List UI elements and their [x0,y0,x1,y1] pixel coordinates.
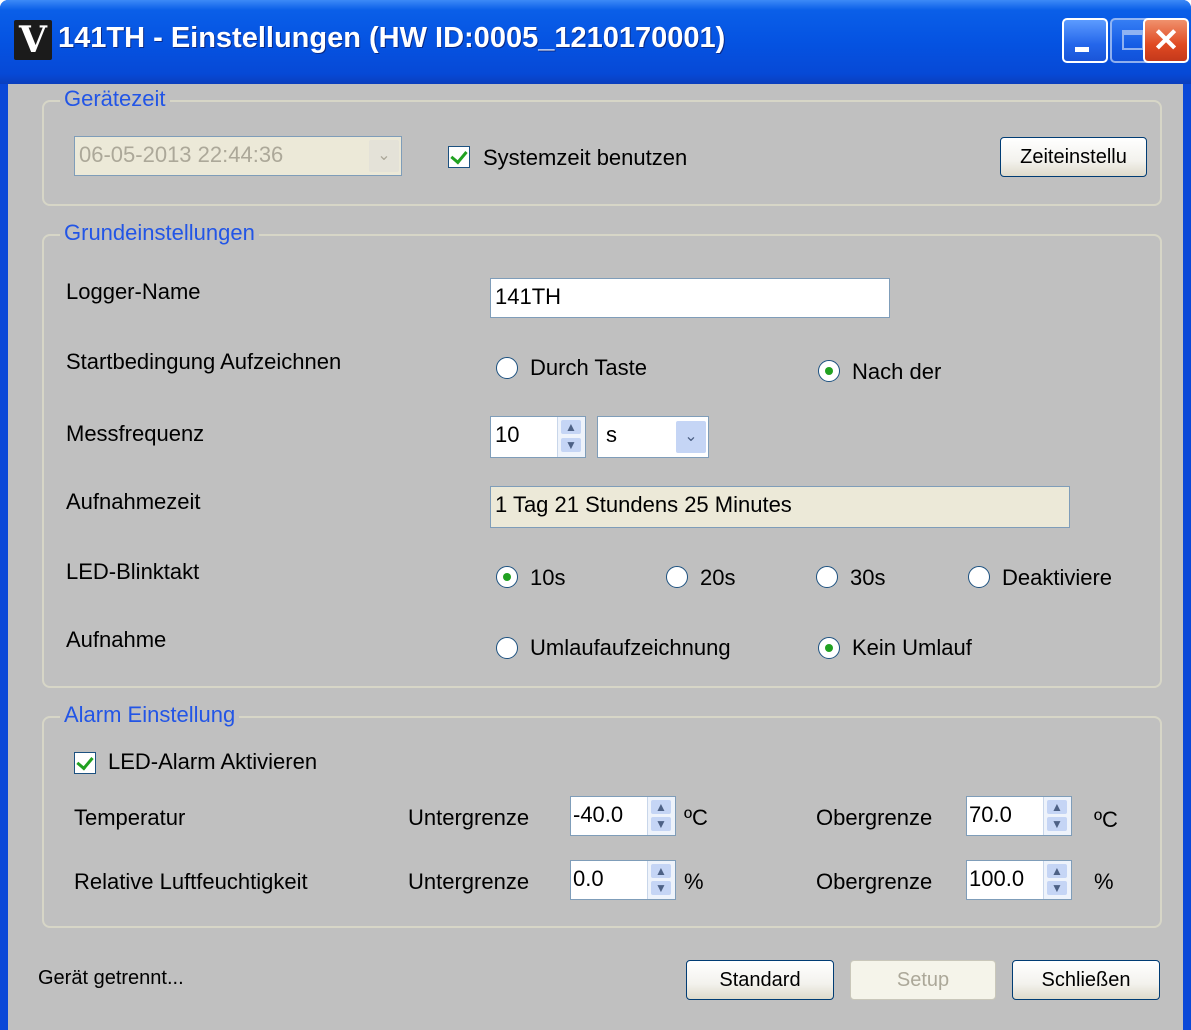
radio-led-deaktiviere-label: Deaktiviere [1002,565,1113,590]
temperatur-label: Temperatur [74,805,186,830]
setup-button[interactable]: Setup [850,960,996,1000]
led-alarm-label: LED-Alarm Aktivieren [108,749,318,774]
spin-up-icon[interactable]: ▲ [651,800,671,814]
radio-led-20s-label: 20s [700,565,736,590]
radio-led-20s[interactable] [666,566,688,588]
aufnahmezeit-field: 1 Tag 21 Stundens 25 Minutes [490,486,1070,528]
alarm-legend: Alarm Einstellung [60,702,240,728]
title-bar[interactable]: V 141TH - Einstellungen (HW ID:0005_1210… [0,0,1191,84]
radio-selected-dot [825,367,833,375]
radio-led-10s[interactable] [496,566,518,588]
spin-up-icon[interactable]: ▲ [1047,864,1067,878]
hum-lower-spinner[interactable]: 0.0 ▲ ▼ [570,860,676,900]
grundeinstellungen-legend: Grundeinstellungen [60,220,259,246]
spin-down-icon[interactable]: ▼ [1047,817,1067,831]
maximize-icon [1122,30,1144,50]
datetime-dropdown-icon: ⌄ [369,140,399,172]
app-icon: V [14,20,52,60]
radio-durch-taste[interactable] [496,357,518,379]
settings-window: V 141TH - Einstellungen (HW ID:0005_1210… [0,0,1191,1030]
radio-selected-dot [825,644,833,652]
messfrequenz-unit-select[interactable]: s ⌄ [597,416,709,458]
datetime-picker[interactable]: 06-05-2013 22:44:36 ⌄ [74,136,402,176]
radio-durch-taste-label: Durch Taste [530,355,647,380]
temp-lower-spinner[interactable]: -40.0 ▲ ▼ [570,796,676,836]
logger-name-input[interactable]: 141TH [490,278,890,318]
zeiteinstellung-button[interactable]: Zeiteinstellu [1000,137,1147,177]
temp-upper-unit: ºC [1094,807,1118,832]
startbedingung-label: Startbedingung Aufzeichnen [66,349,342,374]
messfrequenz-spin-buttons[interactable]: ▲ ▼ [557,417,585,457]
close-icon: ✕ [1152,22,1180,58]
minimize-button[interactable] [1062,18,1108,63]
radio-umlaufaufzeichnung[interactable] [496,637,518,659]
messfrequenz-label: Messfrequenz [66,421,205,446]
hum-upper-spinner[interactable]: 100.0 ▲ ▼ [966,860,1072,900]
temp-obergrenze-label: Obergrenze [816,805,933,830]
temp-lower-spin-buttons[interactable]: ▲ ▼ [647,797,675,835]
checkmark-icon [76,752,94,771]
radio-nach-der[interactable] [818,360,840,382]
aufnahme-label: Aufnahme [66,627,167,652]
radio-led-deaktiviere[interactable] [968,566,990,588]
radio-selected-dot [503,573,511,581]
hum-obergrenze-label: Obergrenze [816,869,933,894]
luftfeuchtigkeit-label: Relative Luftfeuchtigkeit [74,869,308,894]
temp-upper-spinner[interactable]: 70.0 ▲ ▼ [966,796,1072,836]
messfrequenz-unit-value: s [606,422,617,447]
aufnahmezeit-label: Aufnahmezeit [66,489,201,514]
hum-untergrenze-label: Untergrenze [408,869,530,894]
standard-button[interactable]: Standard [686,960,834,1000]
logger-name-label: Logger-Name [66,279,201,304]
spin-up-icon[interactable]: ▲ [651,864,671,878]
hum-upper-unit: % [1094,869,1114,894]
spin-up-icon[interactable]: ▲ [561,420,581,434]
spin-down-icon[interactable]: ▼ [561,438,581,452]
datetime-value: 06-05-2013 22:44:36 [79,142,284,167]
window-title: 141TH - Einstellungen (HW ID:0005_121017… [58,22,726,54]
spin-down-icon[interactable]: ▼ [1047,881,1067,895]
status-text: Gerät getrennt... [38,967,184,989]
radio-kein-umlauf-label: Kein Umlauf [852,635,972,660]
spin-down-icon[interactable]: ▼ [651,817,671,831]
temp-lower-unit: ºC [684,805,708,830]
radio-led-30s[interactable] [816,566,838,588]
spin-up-icon[interactable]: ▲ [1047,800,1067,814]
spin-down-icon[interactable]: ▼ [651,881,671,895]
temp-upper-value: 70.0 [969,802,1012,827]
temp-upper-spin-buttons[interactable]: ▲ ▼ [1043,797,1071,835]
radio-umlaufaufzeichnung-label: Umlaufaufzeichnung [530,635,731,660]
messfrequenz-value: 10 [495,422,520,447]
radio-nach-der-label: Nach der [852,359,942,384]
hum-upper-value: 100.0 [969,866,1025,891]
schliessen-button[interactable]: Schließen [1012,960,1160,1000]
unit-dropdown-icon: ⌄ [676,421,706,453]
minimize-icon [1075,47,1089,52]
led-alarm-checkbox[interactable] [74,752,96,774]
hum-lower-spin-buttons[interactable]: ▲ ▼ [647,861,675,899]
hum-lower-value: 0.0 [573,866,604,891]
checkmark-icon [450,146,468,165]
led-blinktakt-label: LED-Blinktakt [66,559,200,584]
radio-led-10s-label: 10s [530,565,566,590]
radio-kein-umlauf[interactable] [818,637,840,659]
radio-led-30s-label: 30s [850,565,886,590]
systemzeit-checkbox[interactable] [448,146,470,168]
systemzeit-label: Systemzeit benutzen [483,145,688,170]
temp-untergrenze-label: Untergrenze [408,805,530,830]
messfrequenz-spinner[interactable]: 10 ▲ ▼ [490,416,586,458]
geraetezeit-legend: Gerätezeit [60,86,170,112]
temp-lower-value: -40.0 [573,802,624,827]
close-button[interactable]: ✕ [1143,18,1189,63]
hum-lower-unit: % [684,869,704,894]
hum-upper-spin-buttons[interactable]: ▲ ▼ [1043,861,1071,899]
dialog-body: Gerätezeit 06-05-2013 22:44:36 ⌄ Systemz… [8,84,1183,1030]
